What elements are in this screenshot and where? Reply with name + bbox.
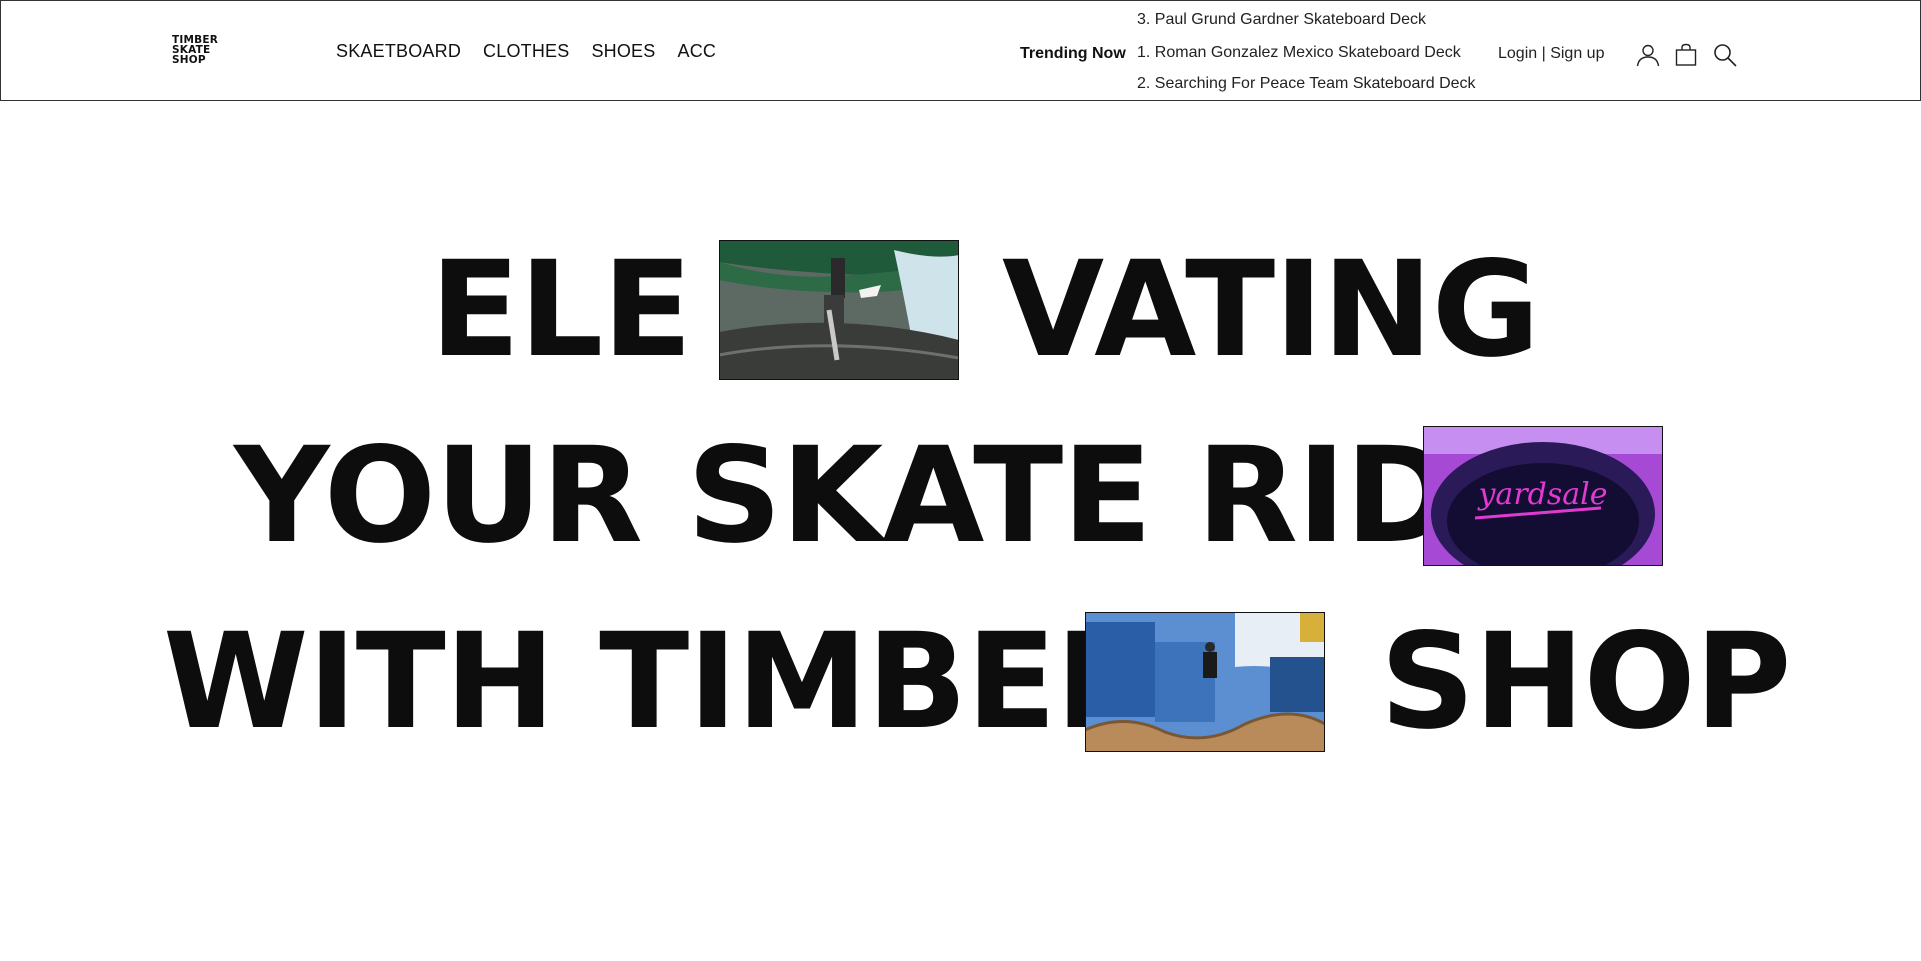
site-logo[interactable]: TIMBER SKATE SHOP xyxy=(172,35,218,66)
main-nav: SKAETBOARD CLOTHES SHOES ACC xyxy=(336,41,738,62)
hero-line-3: WITH TIMBER SHOP xyxy=(0,612,1921,752)
login-signup-link[interactable]: Login | Sign up xyxy=(1498,45,1604,63)
trending-item[interactable]: 1. Roman Gonzalez Mexico Skateboard Deck xyxy=(1137,44,1461,62)
hero-line-1: ELE VATING xyxy=(0,240,1921,380)
hero-word: ELE xyxy=(430,233,692,387)
search-icon[interactable] xyxy=(1712,42,1738,68)
trending-now-label: Trending Now xyxy=(1020,45,1126,62)
site-header: TIMBER SKATE SHOP SKAETBOARD CLOTHES SHO… xyxy=(0,0,1921,101)
hero-word: SHOP xyxy=(1380,605,1791,759)
nav-item-shoes[interactable]: SHOES xyxy=(591,41,655,62)
hero-word: WITH TIMBER xyxy=(163,605,1157,759)
photo-sign-text: yardsale xyxy=(1476,477,1607,512)
shopping-bag-icon[interactable] xyxy=(1673,42,1699,68)
logo-line-3: SHOP xyxy=(172,54,206,66)
nav-item-skateboard[interactable]: SKAETBOARD xyxy=(336,41,461,62)
user-icon[interactable] xyxy=(1635,42,1661,68)
nav-item-acc[interactable]: ACC xyxy=(677,41,716,62)
trending-item[interactable]: 2. Searching For Peace Team Skateboard D… xyxy=(1137,75,1476,93)
skatepark-ramp-photo xyxy=(1085,612,1325,752)
nav-item-clothes[interactable]: CLOTHES xyxy=(483,41,569,62)
skateboarder-under-bridge-photo xyxy=(719,240,959,380)
hero-word: VATING xyxy=(1002,233,1540,387)
hero-line-2: YOUR SKATE RIDE yardsale xyxy=(0,426,1921,566)
neon-yardsale-sign-photo: yardsale xyxy=(1423,426,1663,566)
trending-item[interactable]: 3. Paul Grund Gardner Skateboard Deck xyxy=(1137,11,1426,29)
hero-word: YOUR SKATE RIDE xyxy=(234,419,1544,573)
